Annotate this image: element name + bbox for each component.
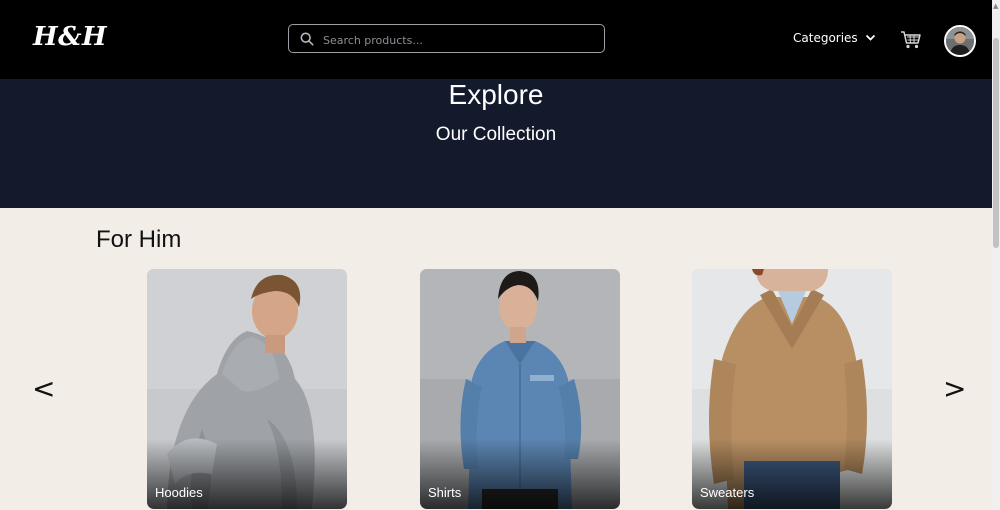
chevron-down-icon — [865, 34, 875, 41]
brand-logo[interactable]: H&H — [33, 22, 107, 52]
avatar-icon — [946, 27, 974, 55]
carousel-prev-button[interactable]: < — [32, 372, 55, 405]
categories-label: Categories — [793, 31, 858, 45]
categories-dropdown[interactable]: Categories — [793, 31, 876, 45]
card-label: Hoodies — [155, 485, 203, 500]
category-card-sweaters[interactable]: Sweaters — [692, 269, 892, 509]
search-icon — [300, 32, 314, 46]
cart-icon[interactable] — [900, 30, 922, 50]
top-navbar: H&H Categories — [0, 0, 992, 79]
carousel-next-button[interactable]: > — [943, 372, 966, 405]
page-scrollbar[interactable]: ▲ — [992, 0, 1000, 510]
hero-banner: Explore Our Collection — [0, 79, 992, 208]
hero-subtitle: Our Collection — [435, 124, 557, 145]
category-card-shirts[interactable]: Shirts — [420, 269, 620, 509]
search-input[interactable] — [321, 28, 595, 52]
card-label: Sweaters — [700, 485, 755, 500]
user-avatar[interactable] — [944, 25, 976, 57]
search-bar[interactable] — [288, 24, 605, 53]
scroll-up-icon[interactable]: ▲ — [993, 2, 998, 10]
hero-title: Explore — [448, 79, 544, 110]
scroll-thumb[interactable] — [993, 38, 999, 248]
category-card-hoodies[interactable]: Hoodies — [147, 269, 347, 509]
section-title: For Him — [96, 226, 182, 253]
card-label: Shirts — [428, 485, 462, 500]
